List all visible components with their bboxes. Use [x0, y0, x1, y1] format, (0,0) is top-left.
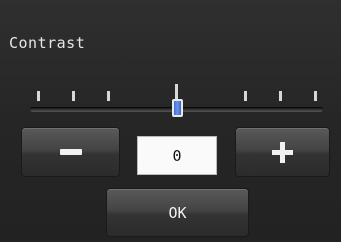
- slider-tick: [244, 91, 247, 101]
- slider-tick: [314, 91, 317, 101]
- increase-button[interactable]: [235, 127, 330, 177]
- value-display: 0: [137, 136, 217, 175]
- slider-thumb[interactable]: [171, 99, 183, 117]
- slider-ticks: [0, 0, 341, 120]
- minus-icon: [59, 149, 82, 155]
- slider-tick: [72, 91, 75, 101]
- plus-icon: [272, 141, 293, 163]
- ok-button[interactable]: OK: [106, 188, 249, 237]
- slider-tick: [279, 91, 282, 101]
- slider-tick: [107, 91, 110, 101]
- contrast-dialog: Contrast 0 OK: [0, 0, 341, 242]
- decrease-button[interactable]: [21, 127, 120, 177]
- slider-tick: [37, 91, 40, 101]
